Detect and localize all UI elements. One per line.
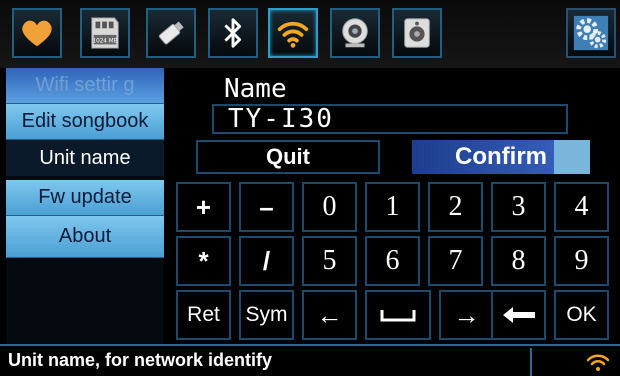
key-8[interactable]: 8 bbox=[491, 236, 546, 286]
unit-name-panel: Name TY-I30 Quit Confirm + – 0 1 2 3 4 *… bbox=[164, 68, 620, 344]
key-5[interactable]: 5 bbox=[302, 236, 357, 286]
bluetooth-icon bbox=[224, 18, 242, 48]
key-cursor-left[interactable]: ← bbox=[302, 290, 357, 340]
menu-item-label: Wifi settir g bbox=[35, 74, 135, 96]
key-1[interactable]: 1 bbox=[365, 182, 420, 232]
key-0[interactable]: 0 bbox=[302, 182, 357, 232]
key-space[interactable] bbox=[365, 290, 431, 340]
backspace-icon bbox=[502, 307, 535, 323]
key-asterisk[interactable]: * bbox=[176, 236, 231, 286]
camera-icon bbox=[342, 18, 368, 48]
menu-item-unit-name[interactable]: Unit name bbox=[6, 140, 164, 176]
key-7[interactable]: 7 bbox=[428, 236, 483, 286]
key-return[interactable]: Ret bbox=[176, 290, 231, 340]
top-toolbar: 1024 MB bbox=[0, 0, 620, 68]
key-cursor-right[interactable]: → bbox=[439, 290, 494, 340]
sd-card-button[interactable]: 1024 MB bbox=[80, 8, 130, 58]
settings-gears-icon bbox=[573, 15, 609, 51]
speaker-button[interactable] bbox=[392, 8, 442, 58]
space-bar-icon bbox=[380, 310, 416, 322]
key-ok[interactable]: OK bbox=[554, 290, 609, 340]
sd-card-icon: 1024 MB bbox=[91, 17, 119, 49]
key-minus[interactable]: – bbox=[239, 182, 294, 232]
sd-card-capacity: 1024 MB bbox=[92, 39, 117, 45]
heart-icon bbox=[22, 20, 52, 47]
key-4[interactable]: 4 bbox=[554, 182, 609, 232]
wifi-status-icon bbox=[586, 354, 610, 371]
menu-item-fw-update[interactable]: Fw update bbox=[6, 180, 164, 216]
key-plus[interactable]: + bbox=[176, 182, 231, 232]
settings-menu: Wifi settir g Edit songbook Unit name Fw… bbox=[6, 68, 164, 344]
status-message: Unit name, for network identify bbox=[8, 350, 273, 370]
menu-item-wifi-setting[interactable]: Wifi settir g bbox=[6, 68, 164, 104]
key-9[interactable]: 9 bbox=[554, 236, 609, 286]
usb-button[interactable] bbox=[146, 8, 196, 58]
camera-button[interactable] bbox=[330, 8, 380, 58]
selection-cursor bbox=[554, 140, 590, 174]
unit-name-input[interactable]: TY-I30 bbox=[212, 104, 568, 134]
key-slash[interactable]: / bbox=[239, 236, 294, 286]
key-2[interactable]: 2 bbox=[428, 182, 483, 232]
usb-drive-icon bbox=[158, 21, 184, 45]
menu-item-edit-songbook[interactable]: Edit songbook bbox=[6, 104, 164, 140]
settings-button[interactable] bbox=[566, 8, 616, 58]
menu-item-label: About bbox=[58, 225, 112, 247]
key-3[interactable]: 3 bbox=[491, 182, 546, 232]
menu-item-about[interactable]: About bbox=[6, 216, 164, 258]
wifi-icon bbox=[277, 21, 309, 48]
menu-item-label: Edit songbook bbox=[21, 110, 149, 132]
key-6[interactable]: 6 bbox=[365, 236, 420, 286]
speaker-icon bbox=[404, 18, 430, 48]
key-symbols[interactable]: Sym bbox=[239, 290, 294, 340]
key-backspace[interactable] bbox=[491, 290, 546, 340]
status-divider bbox=[530, 348, 532, 376]
bluetooth-button[interactable] bbox=[208, 8, 258, 58]
arrow-left-icon: ← bbox=[316, 299, 343, 330]
arrow-right-icon: → bbox=[453, 299, 480, 330]
quit-button[interactable]: Quit bbox=[196, 140, 380, 174]
heart-button[interactable] bbox=[12, 8, 62, 58]
wifi-button[interactable] bbox=[268, 8, 318, 58]
status-bar: Unit name, for network identify bbox=[0, 344, 620, 376]
name-label: Name bbox=[224, 74, 287, 104]
menu-item-label: Unit name bbox=[39, 146, 131, 169]
menu-item-label: Fw update bbox=[38, 186, 132, 208]
